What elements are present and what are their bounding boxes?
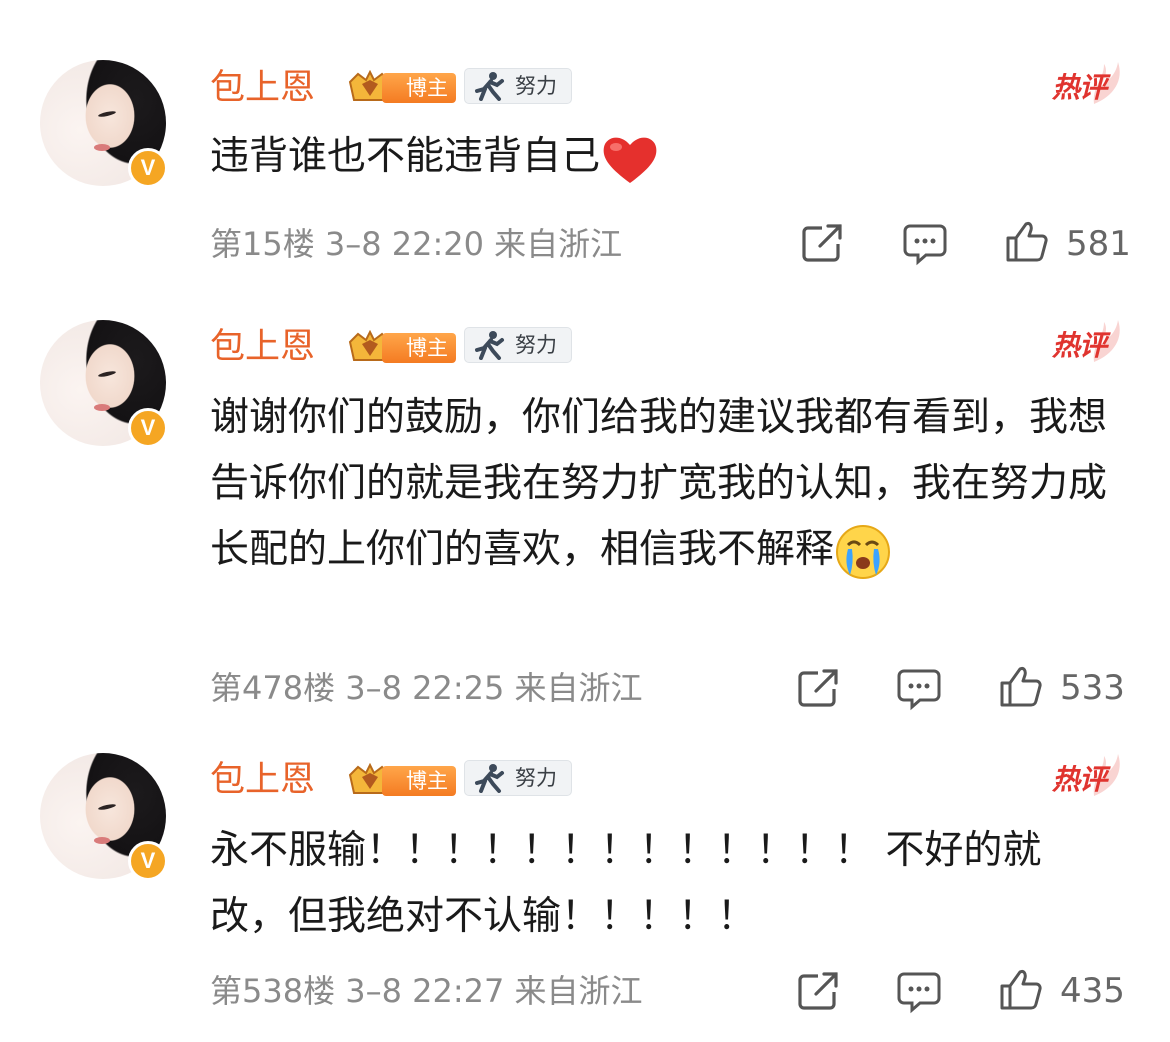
comment-text: 永不服输！！！！！！！！！！！！！ 不好的就改，但我绝对不认输！！！！！ xyxy=(210,828,1042,939)
blogger-badge[interactable]: 博主 xyxy=(346,763,456,797)
share-icon[interactable] xyxy=(796,970,842,1012)
comment-item: V 包上恩 博主 努力 热评 永不服输！！！！！！！！！！！！！ 不好的就改，但… xyxy=(0,0,1170,1042)
verified-icon: V xyxy=(128,841,168,881)
thumbs-up-icon[interactable] xyxy=(998,968,1044,1012)
comment-meta: 第538楼 3–8 22:27 来自浙江 xyxy=(210,972,643,1010)
runner-icon xyxy=(475,764,504,793)
comment-icon[interactable] xyxy=(896,970,942,1014)
effort-badge-label: 努力 xyxy=(515,766,557,790)
like-count: 435 xyxy=(1060,971,1125,1011)
blogger-badge-label: 博主 xyxy=(382,766,456,796)
effort-badge[interactable]: 努力 xyxy=(464,760,572,796)
username[interactable]: 包上恩 xyxy=(210,760,315,800)
hot-comment-tag: 热评 xyxy=(1050,752,1130,798)
hot-label: 热评 xyxy=(1052,763,1107,796)
comment-content: 永不服输！！！！！！！！！！！！！ 不好的就改，但我绝对不认输！！！！！ xyxy=(210,818,1110,950)
